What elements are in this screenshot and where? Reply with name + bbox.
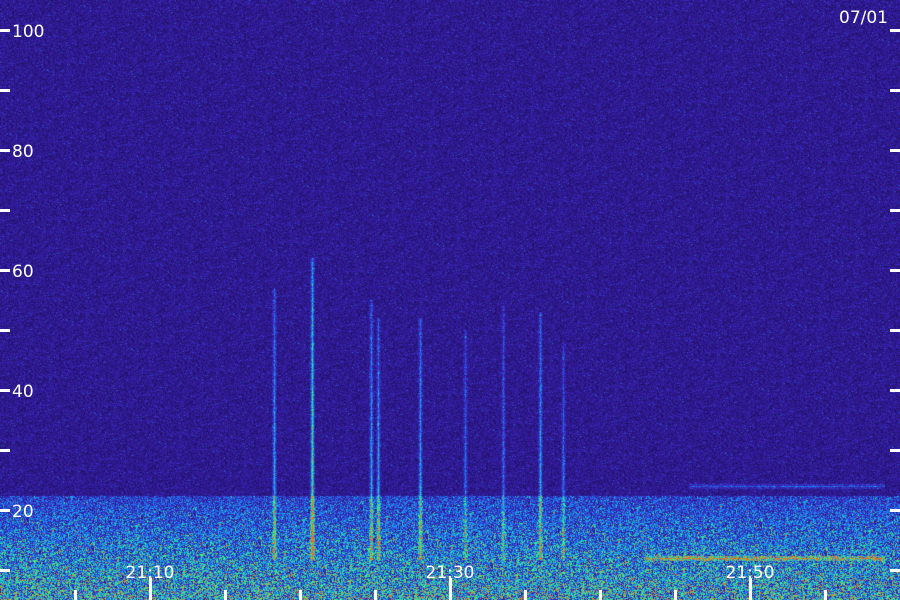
y-minor-tick-left	[0, 89, 10, 92]
x-minor-tick	[299, 590, 302, 600]
y-tick-label: 20	[12, 502, 34, 522]
x-minor-tick	[824, 590, 827, 600]
x-minor-tick	[224, 590, 227, 600]
y-axis-right	[890, 29, 900, 572]
y-major-tick-left	[0, 389, 10, 392]
y-tick-label: 40	[12, 382, 34, 402]
y-minor-tick-left	[0, 569, 10, 572]
y-major-tick-right	[890, 389, 900, 392]
y-minor-tick-right	[890, 449, 900, 452]
y-major-tick-left	[0, 29, 10, 32]
date-label: 07/01	[839, 8, 888, 28]
y-major-tick-left	[0, 269, 10, 272]
y-tick-label: 80	[12, 142, 34, 162]
y-minor-tick-right	[890, 569, 900, 572]
y-tick-label: 100	[12, 22, 44, 42]
y-minor-tick-right	[890, 329, 900, 332]
x-minor-tick	[374, 590, 377, 600]
y-minor-tick-right	[890, 209, 900, 212]
y-major-tick-right	[890, 269, 900, 272]
y-major-tick-right	[890, 509, 900, 512]
y-minor-tick-right	[890, 89, 900, 92]
y-minor-tick-left	[0, 209, 10, 212]
x-tick-label: 21:10	[126, 563, 175, 583]
y-tick-label: 60	[12, 262, 34, 282]
y-axis-left: 20 40 60 80 100	[0, 22, 44, 572]
x-minor-tick	[524, 590, 527, 600]
x-minor-tick	[599, 590, 602, 600]
x-minor-tick	[674, 590, 677, 600]
y-minor-tick-left	[0, 449, 10, 452]
axis-overlay: 20 40 60 80 100 21:10 21:30 21:50 07/01	[0, 8, 900, 600]
y-major-tick-left	[0, 509, 10, 512]
y-minor-tick-left	[0, 329, 10, 332]
x-axis: 21:10 21:30 21:50	[74, 563, 827, 600]
x-tick-label: 21:30	[426, 563, 475, 583]
y-major-tick-right	[890, 149, 900, 152]
x-minor-tick	[74, 590, 77, 600]
y-major-tick-left	[0, 149, 10, 152]
y-major-tick-right	[890, 29, 900, 32]
x-tick-label: 21:50	[726, 563, 775, 583]
